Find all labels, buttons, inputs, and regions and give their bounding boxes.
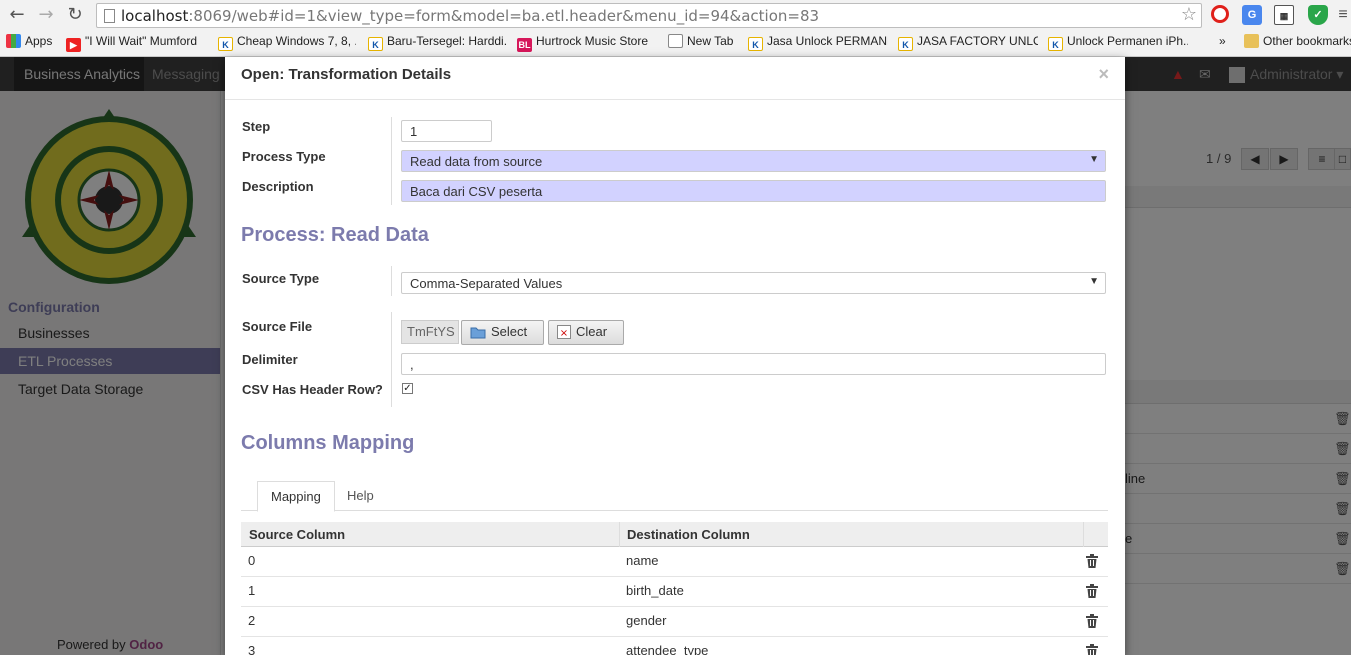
folder-icon xyxy=(470,326,486,342)
clear-icon: × xyxy=(557,325,571,342)
bookmark-item[interactable]: BL Hurtrock Music Store xyxy=(517,34,657,52)
section-columns-mapping: Columns Mapping xyxy=(241,432,415,454)
select-file-button[interactable]: Select xyxy=(461,320,544,345)
bookmark-item[interactable]: K Cheap Windows 7, 8, ... xyxy=(218,34,356,51)
qr-icon[interactable]: ▦ xyxy=(1274,5,1294,25)
source-type-select[interactable]: Comma-Separated Values ▼ xyxy=(401,272,1106,294)
step-input[interactable]: 1 xyxy=(401,120,492,142)
delimiter-label: Delimiter xyxy=(242,352,298,367)
modal-header: Open: Transformation Details × xyxy=(225,57,1125,100)
trash-icon[interactable] xyxy=(1086,554,1098,568)
mapping-tabs: Mapping Help xyxy=(241,475,1108,512)
url-text[interactable]: localhost:8069/web#id=1&view_type=form&m… xyxy=(121,7,819,25)
opera-icon[interactable] xyxy=(1211,5,1229,23)
source-type-label: Source Type xyxy=(242,271,320,286)
kaskus-icon: K xyxy=(898,37,913,51)
folder-icon xyxy=(1244,34,1259,48)
chevron-down-icon: ▼ xyxy=(1089,154,1099,165)
trash-icon[interactable] xyxy=(1086,584,1098,598)
bookmarks-overflow[interactable]: » xyxy=(1219,34,1226,48)
mapping-table-header: Source Column Destination Column xyxy=(241,522,1108,547)
bookmark-item[interactable]: KJasa Unlock PERMANE... xyxy=(748,34,888,51)
source-column-cell: 0 xyxy=(248,553,256,568)
table-row[interactable]: 2 gender xyxy=(241,607,1108,637)
svg-text:×: × xyxy=(560,328,568,339)
source-type-value: Comma-Separated Values xyxy=(410,276,563,291)
source-file-name: TmFtYS xyxy=(401,320,459,344)
tab-mapping[interactable]: Mapping xyxy=(257,481,335,512)
forward-icon[interactable]: → xyxy=(35,4,57,26)
transformation-details-dialog: Open: Transformation Details × Step 1 Pr… xyxy=(225,57,1125,655)
reload-icon[interactable]: ↻ xyxy=(64,4,86,26)
kaskus-icon: K xyxy=(368,37,383,51)
table-row[interactable]: 1 birth_date xyxy=(241,577,1108,607)
youtube-icon: ▶ xyxy=(66,38,81,52)
kaskus-icon: K xyxy=(218,37,233,51)
menu-icon[interactable]: ≡ xyxy=(1333,5,1351,25)
description-input[interactable]: Baca dari CSV peserta xyxy=(401,180,1106,202)
destination-column-cell: name xyxy=(626,553,659,568)
trash-icon[interactable] xyxy=(1086,644,1098,655)
header-row-checkbox[interactable]: ✓ xyxy=(402,383,413,394)
table-row[interactable]: 3 attendee_type xyxy=(241,637,1108,655)
bookmarks-bar: Apps ▶ "I Will Wait" Mumford K Cheap Windo… xyxy=(0,31,1351,55)
process-type-label: Process Type xyxy=(242,149,326,164)
bookmark-item[interactable]: K Unlock Permanen iPh... xyxy=(1048,34,1188,51)
field-divider xyxy=(391,117,392,205)
section-process-read-data: Process: Read Data xyxy=(241,224,429,246)
translate-icon[interactable]: G xyxy=(1242,5,1262,25)
page-icon xyxy=(104,9,115,23)
browser-chrome: ← → ↻ localhost:8069/web#id=1&view_type=… xyxy=(0,0,1351,57)
bookmark-item[interactable]: K Baru-Tersegel: Harddi... xyxy=(368,34,506,51)
other-bookmarks[interactable]: Other bookmarks xyxy=(1244,34,1351,48)
process-type-value: Read data from source xyxy=(410,154,543,169)
bookmark-item[interactable]: ▶ "I Will Wait" Mumford xyxy=(66,34,206,52)
trash-icon[interactable] xyxy=(1086,614,1098,628)
back-icon[interactable]: ← xyxy=(6,4,28,26)
table-row[interactable]: 0 name xyxy=(241,547,1108,577)
chevron-down-icon: ▼ xyxy=(1089,276,1099,287)
source-column-cell: 3 xyxy=(248,643,256,655)
process-type-select[interactable]: Read data from source ▼ xyxy=(401,150,1106,172)
field-divider xyxy=(391,312,392,407)
step-label: Step xyxy=(242,119,271,134)
kaskus-icon: K xyxy=(748,37,763,51)
tab-help[interactable]: Help xyxy=(334,481,387,512)
destination-column-cell: attendee_type xyxy=(626,643,709,655)
clear-file-button[interactable]: × Clear xyxy=(548,320,624,345)
shield-extension-icon[interactable]: ✓ xyxy=(1308,5,1328,25)
close-icon[interactable]: × xyxy=(1098,64,1109,85)
modal-title: Open: Transformation Details xyxy=(241,66,452,83)
column-divider xyxy=(1083,522,1084,547)
kaskus-icon: K xyxy=(1048,37,1063,51)
destination-column-cell: gender xyxy=(626,613,667,628)
source-column-cell: 1 xyxy=(248,583,256,598)
address-bar[interactable]: localhost:8069/web#id=1&view_type=form&m… xyxy=(96,3,1202,28)
destination-column-cell: birth_date xyxy=(626,583,684,598)
header-row-label: CSV Has Header Row? xyxy=(242,382,383,397)
column-divider xyxy=(619,522,620,547)
bookmark-item[interactable]: KJASA FACTORY UNLO... xyxy=(898,34,1038,51)
bookmark-item[interactable]: New Tab xyxy=(668,34,738,48)
apps-icon xyxy=(6,34,21,48)
bookmark-apps[interactable]: Apps xyxy=(6,34,52,48)
column-header-source[interactable]: Source Column xyxy=(249,527,345,542)
bookmark-star-icon[interactable]: ☆ xyxy=(1181,4,1197,25)
field-divider xyxy=(391,266,392,296)
bukalapak-icon: BL xyxy=(517,38,532,52)
delimiter-input[interactable]: , xyxy=(401,353,1106,375)
source-file-label: Source File xyxy=(242,319,313,334)
page-icon xyxy=(668,34,683,48)
source-column-cell: 2 xyxy=(248,613,256,628)
column-header-destination[interactable]: Destination Column xyxy=(627,527,750,542)
description-label: Description xyxy=(242,179,314,194)
